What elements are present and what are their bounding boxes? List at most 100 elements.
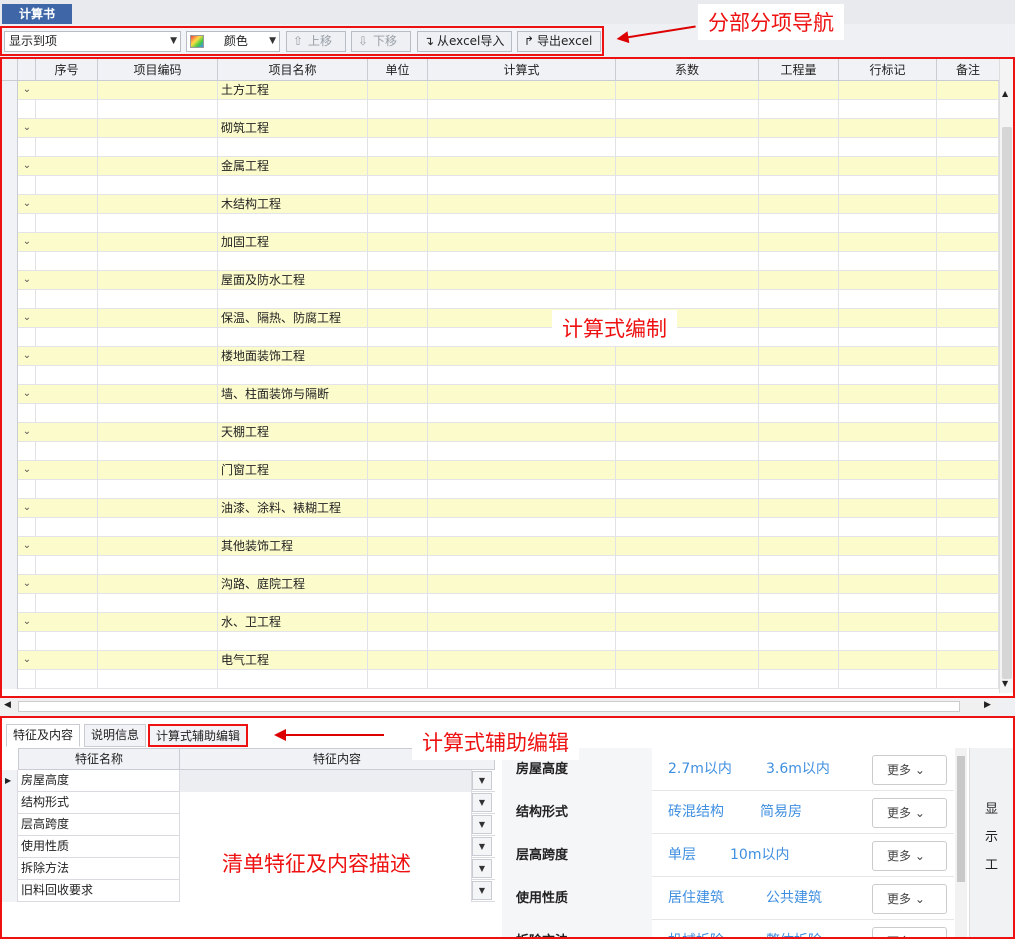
grid-cell[interactable] bbox=[759, 309, 839, 328]
grid-cell[interactable] bbox=[759, 176, 839, 195]
grid-cell[interactable] bbox=[368, 252, 428, 271]
grid-cell[interactable] bbox=[98, 651, 218, 670]
feature-content-cell[interactable] bbox=[180, 814, 472, 836]
grid-cell[interactable] bbox=[428, 176, 616, 195]
grid-cell[interactable] bbox=[36, 518, 98, 537]
table-row[interactable] bbox=[2, 138, 999, 157]
display-level-select[interactable]: 显示到项 ▼ bbox=[4, 31, 181, 52]
grid-cell[interactable] bbox=[839, 81, 937, 100]
grid-cell[interactable] bbox=[937, 100, 999, 119]
grid-cell[interactable] bbox=[616, 347, 759, 366]
grid-cell[interactable] bbox=[759, 385, 839, 404]
side-display-button[interactable]: 显 示 工 bbox=[969, 748, 1013, 937]
grid-cell[interactable] bbox=[218, 176, 368, 195]
grid-cell[interactable] bbox=[759, 499, 839, 518]
header-coef[interactable]: 系数 bbox=[616, 59, 759, 81]
header-code[interactable]: 项目编码 bbox=[98, 59, 218, 81]
export-excel-button[interactable]: ↱ 导出excel bbox=[517, 31, 601, 52]
attribute-option[interactable]: 砖混结构 bbox=[668, 791, 724, 834]
grid-cell[interactable] bbox=[218, 594, 368, 613]
grid-cell[interactable] bbox=[368, 119, 428, 138]
grid-cell[interactable] bbox=[759, 537, 839, 556]
item-name-cell[interactable]: 其他装饰工程 bbox=[218, 537, 368, 556]
grid-cell[interactable] bbox=[218, 366, 368, 385]
grid-cell[interactable] bbox=[218, 480, 368, 499]
grid-cell[interactable] bbox=[839, 651, 937, 670]
import-excel-button[interactable]: ↴ 从excel导入 bbox=[417, 31, 512, 52]
grid-cell[interactable] bbox=[368, 556, 428, 575]
grid-cell[interactable] bbox=[428, 423, 616, 442]
grid-cell[interactable] bbox=[368, 499, 428, 518]
grid-cell[interactable] bbox=[428, 613, 616, 632]
grid-cell[interactable] bbox=[428, 290, 616, 309]
grid-cell[interactable] bbox=[18, 594, 36, 613]
grid-cell[interactable] bbox=[98, 632, 218, 651]
grid-cell[interactable] bbox=[759, 328, 839, 347]
grid-cell[interactable] bbox=[98, 81, 218, 100]
header-unit[interactable]: 单位 bbox=[368, 59, 428, 81]
grid-cell[interactable] bbox=[428, 366, 616, 385]
feature-row[interactable]: ▶ 房屋高度 ▼ bbox=[2, 770, 495, 792]
expand-chevron-icon[interactable]: ⌄ bbox=[20, 537, 34, 555]
item-name-cell[interactable]: 金属工程 bbox=[218, 157, 368, 176]
scroll-thumb[interactable] bbox=[1002, 127, 1012, 679]
grid-cell[interactable] bbox=[36, 195, 98, 214]
grid-cell[interactable] bbox=[937, 214, 999, 233]
table-row[interactable] bbox=[2, 366, 999, 385]
table-row[interactable] bbox=[2, 214, 999, 233]
grid-cell[interactable] bbox=[18, 518, 36, 537]
grid-cell[interactable] bbox=[839, 195, 937, 214]
chevron-down-icon[interactable]: ▼ bbox=[472, 859, 492, 878]
grid-cell[interactable] bbox=[368, 290, 428, 309]
table-row[interactable] bbox=[2, 556, 999, 575]
grid-cell[interactable] bbox=[428, 81, 616, 100]
grid-cell[interactable] bbox=[368, 670, 428, 689]
grid-cell[interactable] bbox=[428, 385, 616, 404]
grid-cell[interactable] bbox=[839, 423, 937, 442]
grid-cell[interactable] bbox=[759, 347, 839, 366]
grid-cell[interactable] bbox=[36, 290, 98, 309]
attribute-option[interactable]: 2.7m以内 bbox=[668, 748, 732, 791]
grid-cell[interactable] bbox=[368, 518, 428, 537]
grid-cell[interactable] bbox=[759, 556, 839, 575]
grid-cell[interactable] bbox=[36, 594, 98, 613]
grid-cell[interactable] bbox=[18, 100, 36, 119]
grid-cell[interactable] bbox=[616, 613, 759, 632]
item-name-cell[interactable]: 屋面及防水工程 bbox=[218, 271, 368, 290]
expand-chevron-icon[interactable]: ⌄ bbox=[20, 157, 34, 175]
grid-cell[interactable] bbox=[98, 480, 218, 499]
grid-cell[interactable] bbox=[98, 195, 218, 214]
grid-cell[interactable] bbox=[368, 214, 428, 233]
grid-cell[interactable] bbox=[616, 499, 759, 518]
expand-chevron-icon[interactable]: ⌄ bbox=[20, 233, 34, 251]
feature-row[interactable]: 层高跨度 ▼ bbox=[2, 814, 495, 836]
grid-cell[interactable] bbox=[937, 670, 999, 689]
grid-cell[interactable] bbox=[428, 575, 616, 594]
grid-cell[interactable] bbox=[616, 366, 759, 385]
expand-chevron-icon[interactable]: ⌄ bbox=[20, 195, 34, 213]
item-name-cell[interactable]: 加固工程 bbox=[218, 233, 368, 252]
grid-cell[interactable] bbox=[616, 252, 759, 271]
grid-cell[interactable] bbox=[368, 537, 428, 556]
grid-cell[interactable] bbox=[759, 366, 839, 385]
grid-cell[interactable] bbox=[368, 651, 428, 670]
grid-cell[interactable] bbox=[18, 290, 36, 309]
grid-cell[interactable] bbox=[616, 195, 759, 214]
grid-cell[interactable] bbox=[616, 575, 759, 594]
table-row[interactable] bbox=[2, 290, 999, 309]
grid-cell[interactable] bbox=[937, 518, 999, 537]
attribute-option[interactable]: 公共建筑 bbox=[766, 877, 822, 920]
table-row[interactable]: 楼地面装饰工程 ⌄ bbox=[2, 347, 999, 366]
grid-cell[interactable] bbox=[839, 157, 937, 176]
scroll-left-icon[interactable]: ◀ bbox=[4, 700, 11, 710]
grid-cell[interactable] bbox=[759, 404, 839, 423]
grid-cell[interactable] bbox=[98, 309, 218, 328]
grid-cell[interactable] bbox=[616, 556, 759, 575]
grid-cell[interactable] bbox=[937, 157, 999, 176]
grid-cell[interactable] bbox=[937, 385, 999, 404]
feature-row[interactable]: 结构形式 ▼ bbox=[2, 792, 495, 814]
grid-cell[interactable] bbox=[428, 442, 616, 461]
grid-cell[interactable] bbox=[839, 537, 937, 556]
grid-cell[interactable] bbox=[937, 309, 999, 328]
table-row[interactable]: 油漆、涂料、裱糊工程 ⌄ bbox=[2, 499, 999, 518]
